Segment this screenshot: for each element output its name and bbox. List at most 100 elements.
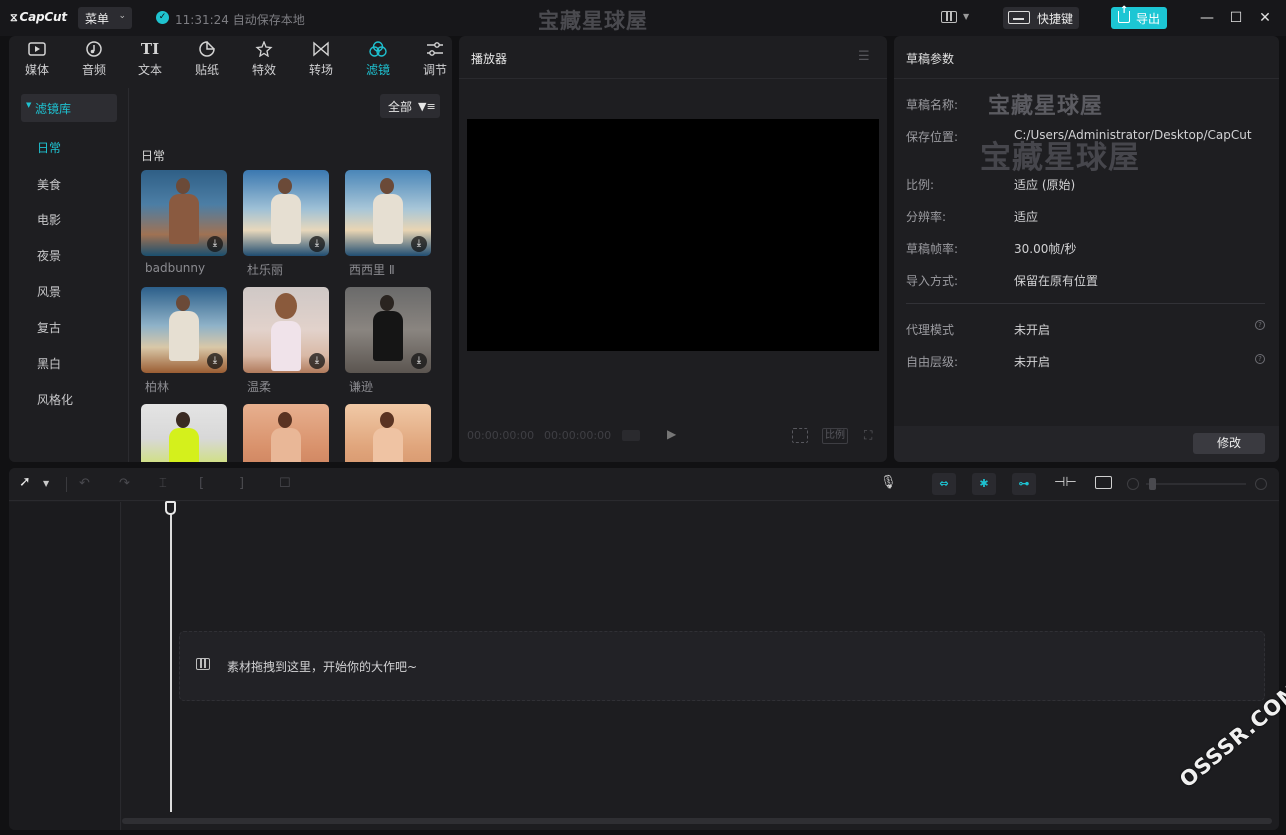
fullscreen-icon[interactable]: ⛶ — [864, 428, 872, 443]
thumb-figure — [169, 428, 199, 462]
filter-thumb-row3-1[interactable] — [141, 404, 227, 462]
playhead-handle[interactable] — [165, 501, 176, 515]
preview-screen — [467, 119, 879, 351]
shortcut-label: 快捷键 — [1037, 12, 1074, 26]
name-watermark: 宝藏星球屋 — [988, 94, 1104, 119]
player-menu-icon[interactable]: ☰ — [858, 49, 870, 64]
tab-adjust[interactable]: 调节 — [410, 36, 452, 79]
filter-thumb-berlin[interactable]: ⤓ — [141, 287, 227, 373]
filter-thumb-row3-3[interactable] — [345, 404, 431, 462]
collapse-triangle-icon: ▼ — [26, 101, 32, 109]
filter-all-label: 全部 — [388, 100, 413, 114]
filter-label: 温柔 — [247, 380, 272, 394]
ratio-button[interactable]: 比例 — [822, 428, 848, 444]
thumb-figure — [271, 194, 301, 244]
media-icon — [28, 41, 46, 57]
modify-button[interactable]: 修改 — [1193, 433, 1265, 454]
filter-label: 西西里 Ⅱ — [349, 263, 395, 277]
filter-thumb-tuileries[interactable]: ⤓ — [243, 170, 329, 256]
download-icon[interactable]: ⤓ — [309, 353, 325, 369]
layout-icon[interactable] — [941, 11, 957, 23]
select-cursor-icon[interactable]: ➚ — [19, 474, 31, 490]
main-track-magnet-toggle[interactable]: ⇔ — [932, 473, 956, 495]
microphone-icon[interactable]: 🎙︎ — [880, 475, 897, 493]
layout-chevron-icon[interactable]: ▼ — [963, 12, 969, 21]
filter-label: 柏林 — [145, 380, 170, 394]
adjust-icon — [426, 41, 444, 57]
category-stylized[interactable]: 风格化 — [37, 391, 73, 408]
tab-media[interactable]: 媒体 — [12, 36, 62, 79]
tab-label: 音频 — [81, 63, 106, 77]
thumb-figure — [176, 178, 190, 194]
redo-icon[interactable]: ↷ — [119, 476, 130, 491]
download-icon[interactable]: ⤓ — [309, 236, 325, 252]
category-night[interactable]: 夜景 — [37, 247, 61, 264]
auto-snap-toggle[interactable]: ✱ — [972, 473, 996, 495]
menu-label: 菜单 — [85, 12, 110, 26]
preview-axis-icon[interactable]: ⊣⊢ — [1054, 475, 1077, 490]
category-daily[interactable]: 日常 — [37, 139, 61, 156]
zoom-slider[interactable] — [1146, 483, 1246, 485]
thumb-figure — [278, 412, 292, 428]
undo-icon[interactable]: ↶ — [79, 476, 90, 491]
maximize-button[interactable]: ☐ — [1227, 9, 1245, 27]
filter-thumb-sicily[interactable]: ⤓ — [345, 170, 431, 256]
trim-right-icon[interactable]: ] — [239, 476, 244, 491]
filter-thumb-badbunny[interactable]: ⤓ — [141, 170, 227, 256]
zoom-out-icon[interactable] — [1127, 478, 1139, 490]
crop-icon[interactable] — [792, 428, 808, 443]
zoom-in-icon[interactable] — [1255, 478, 1267, 490]
help-icon[interactable]: ? — [1255, 354, 1265, 364]
proxy-mode-key: 代理模式 — [906, 323, 955, 337]
tab-audio[interactable]: 音频 — [69, 36, 119, 79]
split-clip-icon[interactable]: ⌶ — [159, 476, 167, 491]
thumb-figure — [169, 311, 199, 361]
horizontal-scrollbar[interactable] — [122, 818, 1272, 824]
trim-left-icon[interactable]: [ — [199, 476, 204, 491]
sticker-icon — [198, 41, 216, 57]
delete-icon[interactable]: ☐ — [279, 476, 291, 491]
minimize-button[interactable]: — — [1198, 9, 1216, 27]
filter-library-header[interactable]: ▼ 滤镜库 — [21, 94, 117, 122]
download-icon[interactable]: ⤓ — [207, 236, 223, 252]
effects-icon — [255, 40, 273, 58]
category-movie[interactable]: 电影 — [37, 211, 61, 228]
linkage-toggle[interactable]: ⊶ — [1012, 473, 1036, 495]
tab-effects[interactable]: 特效 — [239, 36, 289, 79]
tab-transition[interactable]: 转场 — [296, 36, 346, 79]
media-panel: 媒体 音频 TI 文本 贴纸 特效 转场 滤镜 调节 ▼ 滤镜库 日常 美食 电… — [9, 36, 452, 462]
thumbnail-icon[interactable] — [1095, 476, 1112, 489]
thumb-figure — [373, 194, 403, 244]
playhead[interactable] — [170, 512, 172, 812]
thumb-figure — [271, 321, 301, 371]
tab-filter[interactable]: 滤镜 — [353, 36, 403, 79]
category-bw[interactable]: 黑白 — [37, 355, 61, 372]
tab-label: 转场 — [308, 63, 333, 77]
filter-thumb-row3-2[interactable] — [243, 404, 329, 462]
download-icon[interactable]: ⤓ — [411, 353, 427, 369]
filter-thumb-gentle[interactable]: ⤓ — [243, 287, 329, 373]
menu-button[interactable]: 菜单 ⌄ — [78, 7, 132, 29]
download-icon[interactable]: ⤓ — [207, 353, 223, 369]
close-button[interactable]: ✕ — [1256, 9, 1274, 27]
tab-sticker[interactable]: 贴纸 — [182, 36, 232, 79]
category-retro[interactable]: 复古 — [37, 319, 61, 336]
filter-label: 谦逊 — [349, 380, 374, 394]
zoom-slider-handle[interactable] — [1149, 478, 1156, 490]
thumb-figure — [169, 194, 199, 244]
download-icon[interactable]: ⤓ — [411, 236, 427, 252]
logo-text: CapCut — [19, 10, 68, 24]
filter-label: badbunny — [145, 261, 206, 275]
filter-thumb-humble[interactable]: ⤓ — [345, 287, 431, 373]
thumb-figure — [176, 295, 190, 311]
thumb-figure — [373, 311, 403, 361]
tab-text[interactable]: TI 文本 — [125, 36, 175, 79]
chevron-down-icon[interactable]: ▼ — [43, 479, 49, 488]
film-icon — [196, 658, 210, 670]
play-icon[interactable]: ▶ — [667, 427, 676, 441]
category-scenery[interactable]: 风景 — [37, 283, 61, 300]
divider — [906, 303, 1265, 304]
divider — [66, 477, 67, 492]
category-food[interactable]: 美食 — [37, 176, 61, 193]
help-icon[interactable]: ? — [1255, 320, 1265, 330]
